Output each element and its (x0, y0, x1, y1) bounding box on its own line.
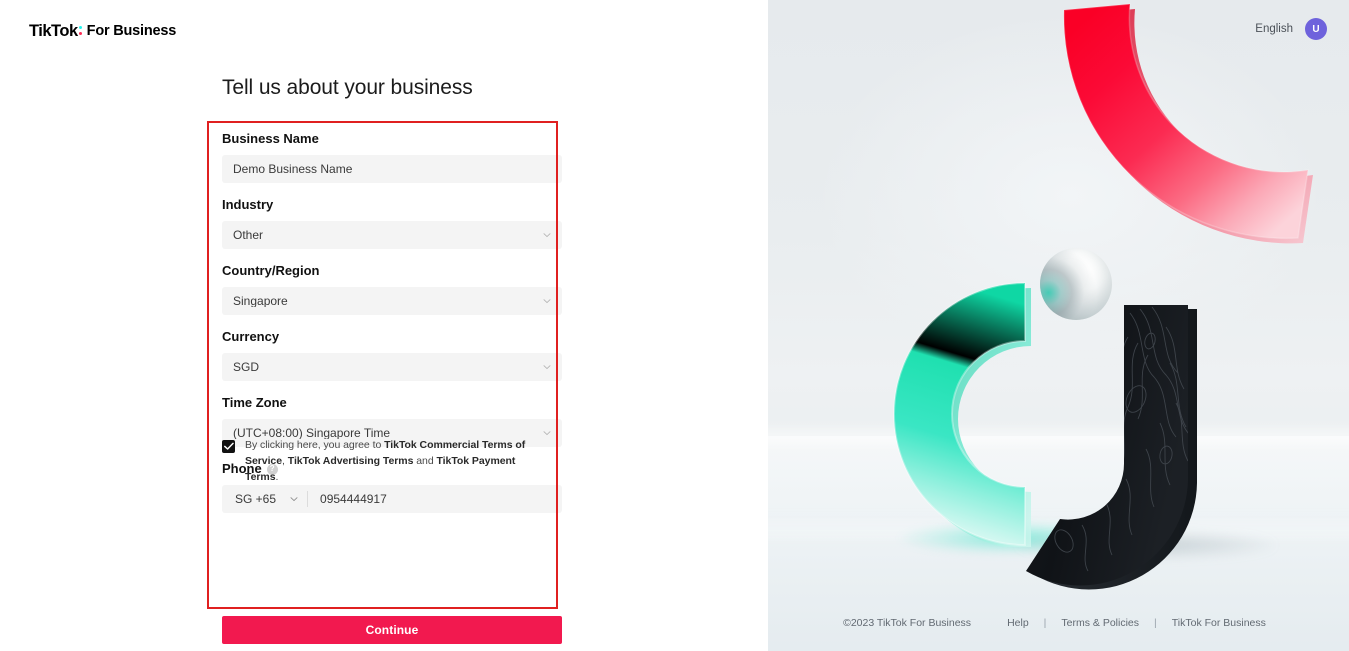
check-icon (223, 442, 234, 450)
field-currency: Currency SGD (222, 329, 562, 381)
chevron-down-icon (543, 231, 551, 239)
brand-3d-illustration (768, 0, 1349, 651)
footer-link-terms-policies[interactable]: Terms & Policies (1061, 617, 1139, 629)
terms-checkbox[interactable] (222, 440, 235, 453)
language-selector[interactable]: English (1255, 23, 1293, 35)
chevron-down-icon (543, 429, 551, 437)
continue-button[interactable]: Continue (222, 616, 562, 644)
footer-separator: | (1043, 617, 1047, 629)
field-business-name: Business Name Demo Business Name (222, 131, 562, 183)
tiktok-for-business-logo[interactable]: TikTok For Business (29, 22, 176, 40)
label-country-region: Country/Region (222, 263, 320, 278)
terms-prefix: By clicking here, you agree to (245, 439, 385, 451)
footer-link-help[interactable]: Help (1007, 617, 1029, 629)
label-currency: Currency (222, 329, 280, 344)
logo-colon-icon (78, 24, 84, 38)
logo-for-business-text: For Business (86, 22, 177, 39)
sphere-shading (1040, 248, 1112, 320)
header-controls: English U (1255, 18, 1327, 40)
terms-text: By clicking here, you agree to TikTok Co… (245, 437, 547, 485)
value-industry: Other (233, 229, 264, 241)
chevron-down-icon (543, 297, 551, 305)
input-phone-group: SG +65 0954444917 (222, 485, 562, 513)
footer: ©2023 TikTok For Business Help | Terms &… (768, 617, 1349, 629)
input-phone-number[interactable]: 0954444917 (308, 493, 387, 505)
footer-copyright: ©2023 TikTok For Business (843, 617, 972, 629)
field-industry: Industry Other (222, 197, 562, 249)
white-sphere-shape (1040, 248, 1112, 320)
terms-between-2: and (413, 455, 437, 467)
form-panel: TikTok For Business Tell us about your b… (0, 0, 768, 651)
select-industry[interactable]: Other (222, 221, 562, 249)
page-title: Tell us about your business (222, 76, 473, 99)
label-time-zone: Time Zone (222, 395, 287, 410)
black-j-shape (1020, 303, 1220, 593)
value-business-name: Demo Business Name (233, 163, 353, 175)
logo-tiktok-text: TikTok (29, 21, 78, 40)
value-country-region: Singapore (233, 295, 288, 307)
footer-separator: | (1154, 617, 1157, 629)
select-country-region[interactable]: Singapore (222, 287, 562, 315)
terms-agreement-row: By clicking here, you agree to TikTok Co… (222, 437, 547, 485)
chevron-down-icon (543, 363, 551, 371)
label-business-name: Business Name (222, 131, 319, 146)
value-currency: SGD (233, 361, 260, 373)
select-currency[interactable]: SGD (222, 353, 562, 381)
link-advertising-terms[interactable]: TikTok Advertising Terms (288, 455, 414, 467)
avatar[interactable]: U (1305, 18, 1327, 40)
input-business-name[interactable]: Demo Business Name (222, 155, 562, 183)
value-phone-country-code: SG +65 (235, 492, 277, 506)
field-country-region: Country/Region Singapore (222, 263, 562, 315)
chevron-down-icon (290, 495, 298, 503)
terms-suffix: . (275, 471, 279, 483)
label-industry: Industry (222, 197, 274, 212)
footer-link-tiktok-for-business[interactable]: TikTok For Business (1172, 617, 1266, 629)
signup-page: TikTok For Business Tell us about your b… (0, 0, 1349, 651)
illustration-panel: English U ©2023 TikTok For Business Help… (768, 0, 1349, 651)
select-phone-country-code[interactable]: SG +65 (222, 485, 307, 513)
